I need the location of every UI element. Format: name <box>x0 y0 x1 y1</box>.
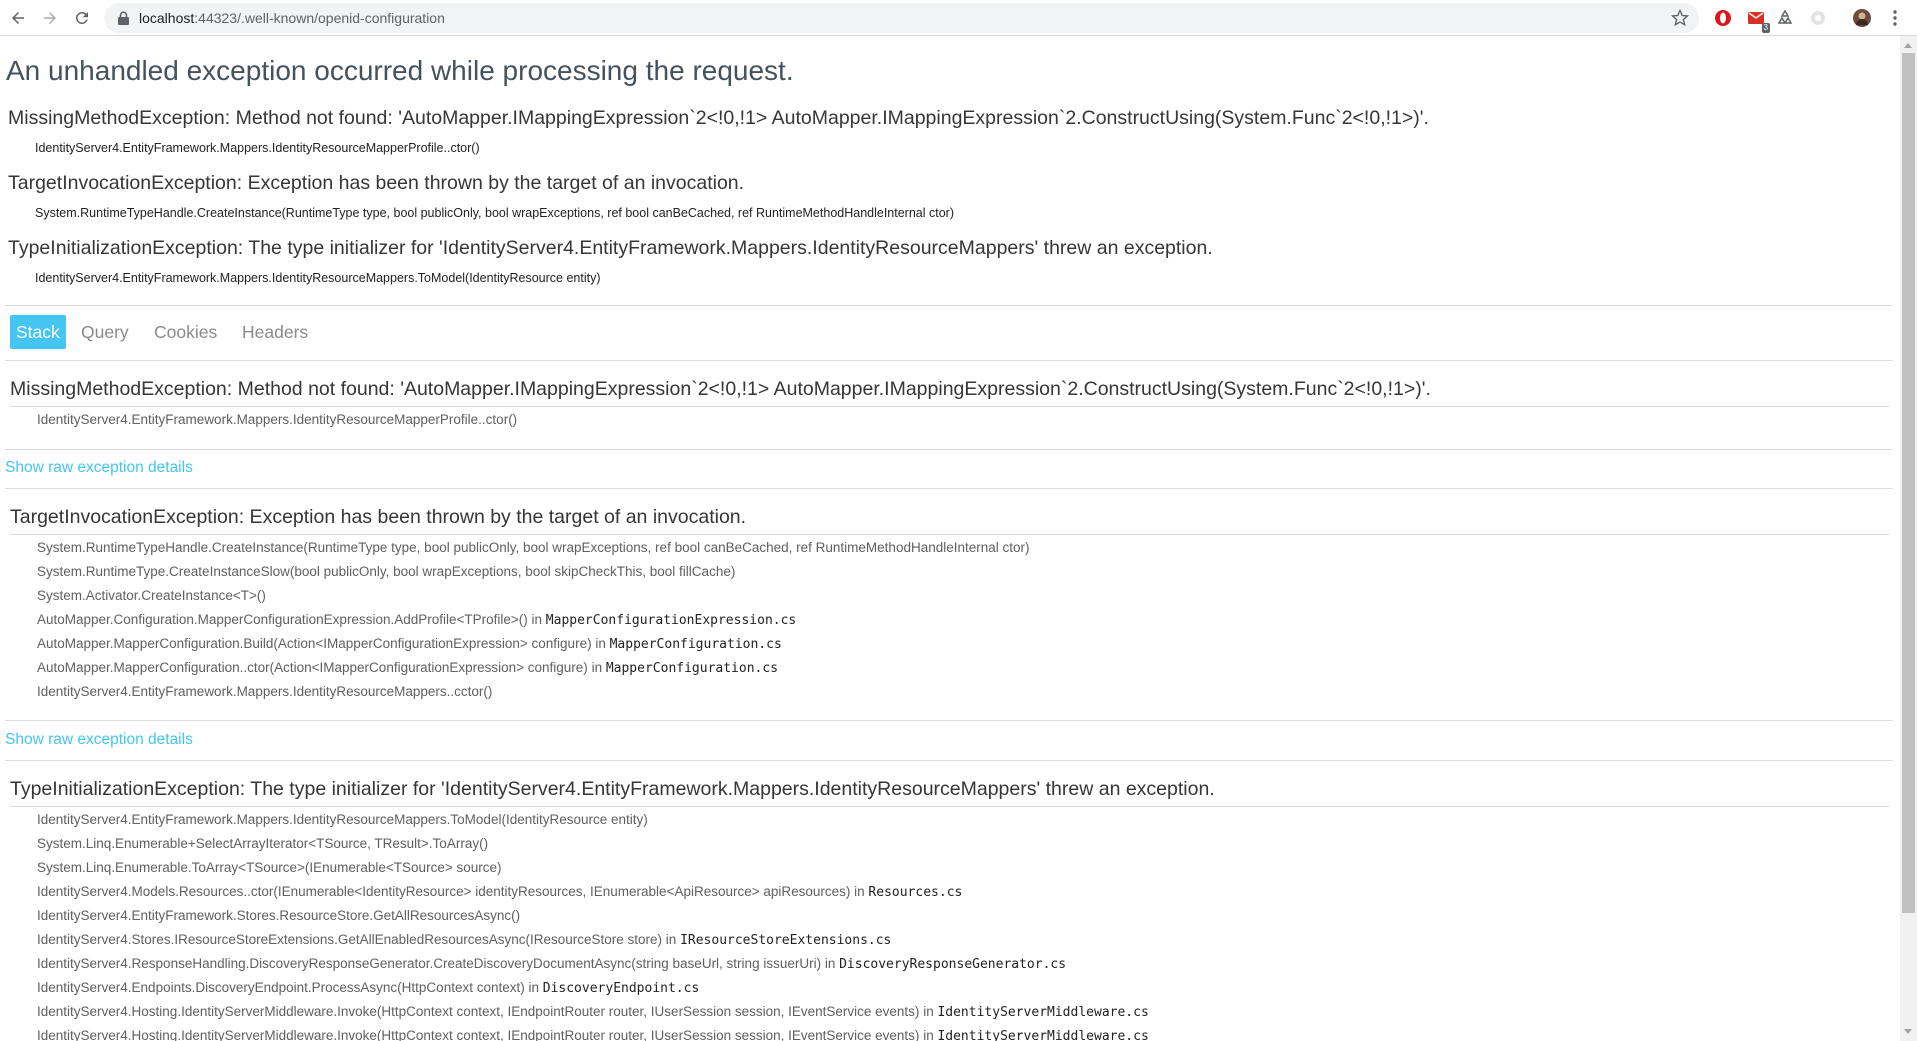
scroll-down-icon[interactable] <box>1904 1029 1912 1034</box>
stack-frame[interactable]: IdentityServer4.Hosting.IdentityServerMi… <box>37 1000 1149 1024</box>
grey-extension-icon[interactable] <box>1807 7 1829 29</box>
stack-frame-list: System.RuntimeTypeHandle.CreateInstance(… <box>37 536 1030 704</box>
tab-stack[interactable]: Stack <box>10 315 66 349</box>
reload-icon <box>75 11 88 24</box>
stack-frame[interactable]: IdentityServer4.EntityFramework.Stores.R… <box>37 904 1149 928</box>
divider <box>5 305 1893 306</box>
scroll-up-icon[interactable] <box>1904 43 1912 48</box>
bookmark-star-icon[interactable] <box>1671 9 1689 27</box>
stack-frame[interactable]: IdentityServer4.Hosting.IdentityServerMi… <box>37 1024 1149 1041</box>
divider <box>5 360 1893 361</box>
tab-headers[interactable]: Headers <box>236 315 314 349</box>
lock-icon <box>118 11 129 25</box>
divider <box>10 806 1890 807</box>
summary-exception-frame: System.RuntimeTypeHandle.CreateInstance(… <box>35 206 954 220</box>
stack-frame-list: IdentityServer4.EntityFramework.Mappers.… <box>37 808 1149 1041</box>
back-button[interactable] <box>6 6 30 30</box>
profile-avatar[interactable] <box>1851 7 1873 29</box>
summary-exception-frame: IdentityServer4.EntityFramework.Mappers.… <box>35 271 601 285</box>
url-text: localhost:44323/.well-known/openid-confi… <box>139 10 445 26</box>
stack-frame[interactable]: IdentityServer4.ResponseHandling.Discove… <box>37 952 1149 976</box>
browser-toolbar: localhost:44323/.well-known/openid-confi… <box>0 0 1917 36</box>
page-title: An unhandled exception occurred while pr… <box>6 55 794 86</box>
stack-frame[interactable]: AutoMapper.MapperConfiguration..ctor(Act… <box>37 656 1030 680</box>
summary-exception-title: MissingMethodException: Method not found… <box>8 107 1429 129</box>
error-page: An unhandled exception occurred while pr… <box>0 36 1900 1041</box>
divider <box>5 760 1893 761</box>
tab-cookies[interactable]: Cookies <box>148 315 223 349</box>
address-bar[interactable]: localhost:44323/.well-known/openid-confi… <box>104 3 1699 33</box>
summary-exception-frame: IdentityServer4.EntityFramework.Mappers.… <box>35 141 480 155</box>
vertical-scrollbar[interactable] <box>1900 36 1917 1041</box>
summary-exception-title: TypeInitializationException: The type in… <box>8 237 1213 259</box>
divider <box>5 488 1893 489</box>
divider <box>10 406 1890 407</box>
tab-query[interactable]: Query <box>75 315 135 349</box>
arrow-right-icon <box>44 12 56 24</box>
stack-frame[interactable]: System.RuntimeTypeHandle.CreateInstance(… <box>37 536 1030 560</box>
stack-frame[interactable]: System.Linq.Enumerable.ToArray<TSource>(… <box>37 856 1149 880</box>
show-raw-exception-link[interactable]: Show raw exception details <box>5 459 193 477</box>
menu-kebab-icon[interactable] <box>1884 7 1906 29</box>
stack-frame-list: IdentityServer4.EntityFramework.Mappers.… <box>37 408 517 432</box>
stack-frame[interactable]: IdentityServer4.EntityFramework.Mappers.… <box>37 680 1030 704</box>
stack-exception-title: TargetInvocationException: Exception has… <box>10 506 747 528</box>
stack-frame[interactable]: AutoMapper.MapperConfiguration.Build(Act… <box>37 632 1030 656</box>
arrow-left-icon <box>12 12 24 24</box>
gmail-extension-icon[interactable]: 3 <box>1745 7 1770 33</box>
stack-exception-title: TypeInitializationException: The type in… <box>10 778 1215 800</box>
stack-frame[interactable]: System.Activator.CreateInstance<T>() <box>37 584 1030 608</box>
stack-frame[interactable]: IdentityServer4.EntityFramework.Mappers.… <box>37 408 517 432</box>
show-raw-exception-link[interactable]: Show raw exception details <box>5 731 193 749</box>
forward-button[interactable] <box>38 6 62 30</box>
extension-badge: 3 <box>1761 23 1770 33</box>
stack-frame[interactable]: IdentityServer4.EntityFramework.Mappers.… <box>37 808 1149 832</box>
stack-frame[interactable]: IdentityServer4.Models.Resources..ctor(I… <box>37 880 1149 904</box>
stack-frame[interactable]: IdentityServer4.Stores.IResourceStoreExt… <box>37 928 1149 952</box>
stack-exception-title: MissingMethodException: Method not found… <box>10 378 1431 400</box>
stack-frame[interactable]: System.Linq.Enumerable+SelectArrayIterat… <box>37 832 1149 856</box>
opera-extension-icon[interactable] <box>1712 7 1734 29</box>
stack-frame[interactable]: System.RuntimeType.CreateInstanceSlow(bo… <box>37 560 1030 584</box>
stack-frame[interactable]: IdentityServer4.Endpoints.DiscoveryEndpo… <box>37 976 1149 1000</box>
stack-frame[interactable]: AutoMapper.Configuration.MapperConfigura… <box>37 608 1030 632</box>
recycle-extension-icon[interactable] <box>1774 7 1796 29</box>
divider <box>5 449 1893 450</box>
scroll-thumb[interactable] <box>1902 53 1915 913</box>
divider <box>10 534 1890 535</box>
divider <box>5 720 1893 721</box>
summary-exception-title: TargetInvocationException: Exception has… <box>8 172 745 194</box>
reload-button[interactable] <box>70 6 94 30</box>
